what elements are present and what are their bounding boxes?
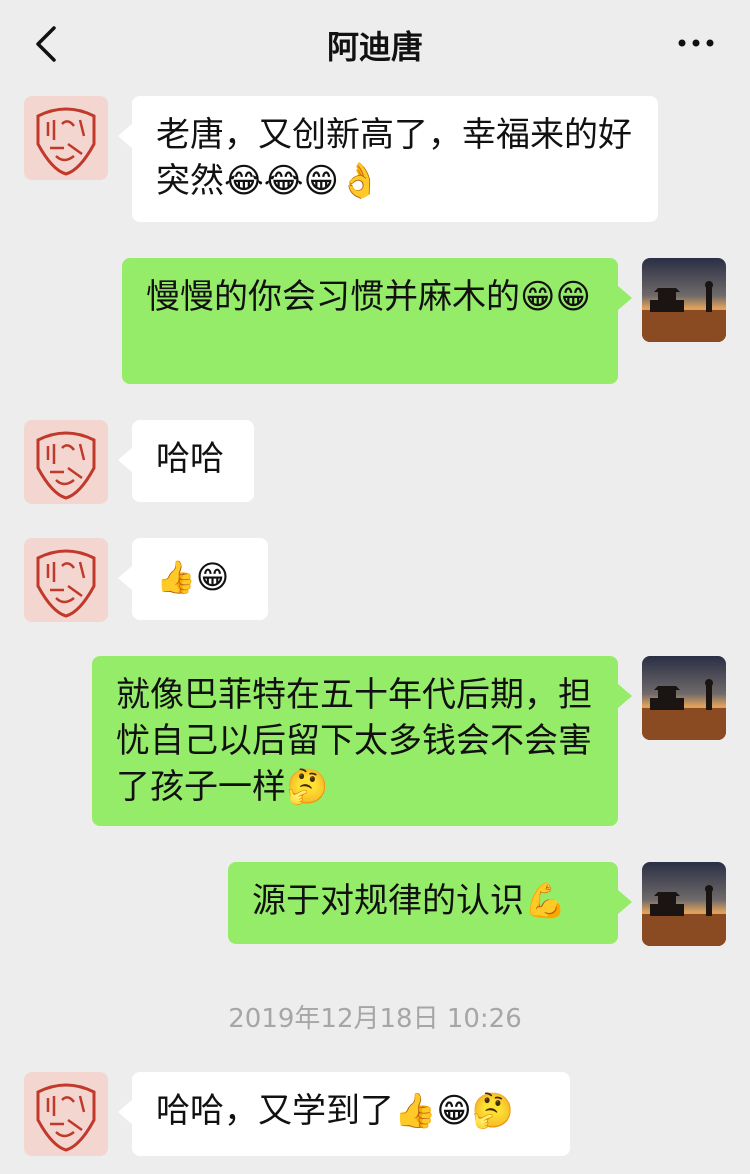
- message-text: 老唐，又创新高了，幸福来的好突然😂😂😁👌: [156, 115, 632, 201]
- red-seal-avatar-icon: [24, 538, 108, 622]
- my-avatar[interactable]: [642, 258, 726, 342]
- message-text: 就像巴菲特在五十年代后期，担忧自己以后留下太多钱会不会害了孩子一样🤔: [116, 675, 592, 807]
- sunset-silhouette-avatar-icon: [642, 656, 726, 740]
- message-bubble-incoming[interactable]: 老唐，又创新高了，幸福来的好突然😂😂😁👌: [118, 96, 658, 222]
- red-seal-avatar-icon: [24, 420, 108, 504]
- message-text: 哈哈，又学到了👍😁🤔: [156, 1091, 515, 1131]
- my-avatar[interactable]: [642, 862, 726, 946]
- more-button[interactable]: [676, 28, 716, 58]
- message-bubble-outgoing[interactable]: 就像巴菲特在五十年代后期，担忧自己以后留下太多钱会不会害了孩子一样🤔: [92, 656, 632, 826]
- message-text: 👍😁: [156, 558, 230, 596]
- message-bubble-outgoing[interactable]: 源于对规律的认识💪: [228, 862, 632, 944]
- message-text: 慢慢的你会习惯并麻木的😁😁: [146, 277, 591, 317]
- message-bubble-outgoing[interactable]: 慢慢的你会习惯并麻木的😁😁: [122, 258, 632, 384]
- contact-avatar[interactable]: [24, 420, 108, 504]
- contact-avatar[interactable]: [24, 1072, 108, 1156]
- top-bar: 阿迪唐: [0, 0, 750, 88]
- contact-avatar[interactable]: [24, 96, 108, 180]
- message-text: 源于对规律的认识💪: [252, 881, 567, 921]
- message-bubble-incoming[interactable]: 哈哈，又学到了👍😁🤔: [118, 1072, 570, 1156]
- my-avatar[interactable]: [642, 656, 726, 740]
- red-seal-avatar-icon: [24, 96, 108, 180]
- sunset-silhouette-avatar-icon: [642, 258, 726, 342]
- message-bubble-incoming[interactable]: 哈哈: [118, 420, 254, 502]
- contact-avatar[interactable]: [24, 538, 108, 622]
- timestamp: 2019年12月18日 10:26: [228, 1004, 522, 1034]
- sunset-silhouette-avatar-icon: [642, 862, 726, 946]
- message-text: 哈哈: [156, 439, 224, 479]
- message-bubble-incoming[interactable]: 👍😁: [118, 538, 268, 620]
- more-dots-icon: [678, 39, 714, 47]
- red-seal-avatar-icon: [24, 1072, 108, 1156]
- chat-title: 阿迪唐: [326, 28, 423, 66]
